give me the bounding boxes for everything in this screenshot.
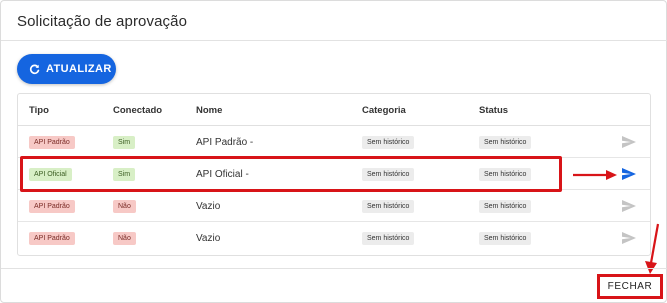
tipo-badge: API Oficial: [29, 167, 72, 181]
cell-tipo: API Padrão: [29, 190, 75, 222]
row-name: Vazio: [196, 200, 221, 212]
column-header-conectado: Conectado: [113, 105, 163, 116]
tipo-badge: API Padrão: [29, 135, 75, 149]
approval-dialog: Solicitação de aprovação ATUALIZAR Tipo …: [0, 0, 667, 303]
cell-tipo: API Padrão: [29, 126, 75, 158]
send-icon[interactable]: [621, 199, 637, 213]
cell-tipo: API Oficial: [29, 158, 72, 190]
cell-status: Sem histórico: [479, 158, 532, 190]
table-row: API Padrão Sim API Padrão - Sem históric…: [18, 126, 650, 158]
cell-categoria: Sem histórico: [362, 190, 415, 222]
cell-categoria: Sem histórico: [362, 126, 415, 158]
cell-send: [621, 190, 637, 222]
tipo-badge: API Padrão: [29, 231, 75, 245]
cell-nome: Vazio: [196, 190, 220, 222]
cell-status: Sem histórico: [479, 222, 532, 254]
dialog-title: Solicitação de aprovação: [17, 13, 188, 30]
row-name: API Padrão -: [196, 136, 254, 148]
cell-nome: API Padrão -: [196, 126, 253, 158]
refresh-button[interactable]: ATUALIZAR: [17, 54, 116, 84]
cell-status: Sem histórico: [479, 190, 532, 222]
cell-nome: Vazio: [196, 222, 220, 254]
cell-conectado: Sim: [113, 158, 136, 190]
column-header-nome: Nome: [196, 105, 223, 116]
row-name: API Oficial -: [196, 168, 249, 180]
column-header-tipo: Tipo: [29, 105, 49, 116]
close-button[interactable]: FECHAR: [597, 274, 663, 299]
tipo-badge: API Padrão: [29, 199, 75, 213]
table-row: API Padrão Não Vazio Sem histórico Sem h…: [18, 222, 650, 254]
column-header-status: Status: [479, 105, 509, 116]
dialog-header: Solicitação de aprovação: [1, 1, 667, 41]
send-icon[interactable]: [621, 135, 637, 149]
cell-tipo: API Padrão: [29, 222, 75, 254]
status-badge: Sem histórico: [479, 135, 532, 149]
connected-badge: Não: [113, 199, 136, 213]
status-badge: Sem histórico: [479, 167, 532, 181]
table-header: Tipo Conectado Nome Categoria Status: [18, 94, 650, 126]
connected-badge: Sim: [113, 135, 136, 149]
status-badge: Sem histórico: [479, 231, 532, 245]
cell-categoria: Sem histórico: [362, 158, 415, 190]
cell-send: [621, 222, 637, 254]
cell-conectado: Não: [113, 222, 136, 254]
approval-table: Tipo Conectado Nome Categoria Status API…: [17, 93, 651, 256]
category-badge: Sem histórico: [362, 199, 415, 213]
status-badge: Sem histórico: [479, 199, 532, 213]
connected-badge: Não: [113, 231, 136, 245]
refresh-icon: [29, 64, 40, 74]
cell-status: Sem histórico: [479, 126, 532, 158]
column-header-categoria: Categoria: [362, 105, 406, 116]
category-badge: Sem histórico: [362, 231, 415, 245]
category-badge: Sem histórico: [362, 167, 415, 181]
cell-conectado: Não: [113, 190, 136, 222]
row-name: Vazio: [196, 232, 221, 244]
cell-conectado: Sim: [113, 126, 136, 158]
send-icon[interactable]: [621, 167, 637, 181]
cell-send: [621, 158, 637, 190]
connected-badge: Sim: [113, 167, 136, 181]
cell-send: [621, 126, 637, 158]
send-icon[interactable]: [621, 231, 637, 245]
table-row: API Oficial Sim API Oficial - Sem histór…: [18, 158, 650, 190]
close-button-label: FECHAR: [607, 281, 653, 292]
category-badge: Sem histórico: [362, 135, 415, 149]
refresh-button-label: ATUALIZAR: [46, 63, 112, 75]
cell-categoria: Sem histórico: [362, 222, 415, 254]
cell-nome: API Oficial -: [196, 158, 249, 190]
table-row: API Padrão Não Vazio Sem histórico Sem h…: [18, 190, 650, 222]
footer-divider: [1, 268, 667, 269]
